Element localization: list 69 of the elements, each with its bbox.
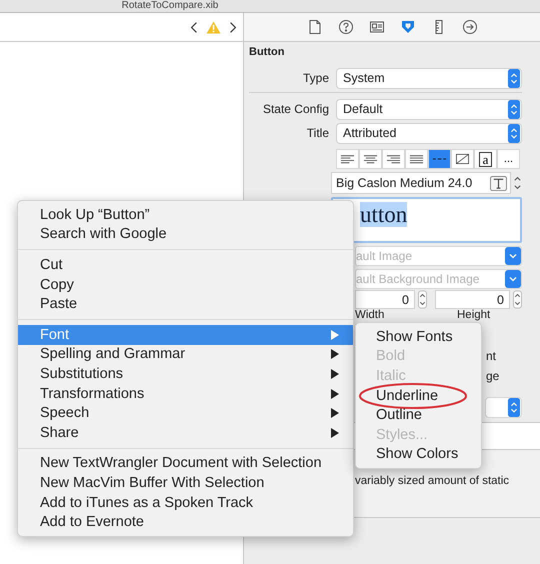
field-label: Width xyxy=(355,309,384,322)
popup-button[interactable]: Default xyxy=(336,98,522,120)
submenu-arrow-icon xyxy=(331,330,339,340)
forward-icon[interactable] xyxy=(229,20,237,34)
menu-item[interactable]: Share xyxy=(18,422,353,443)
chevrons-icon xyxy=(507,398,521,417)
font-field[interactable]: Big Caslon Medium 24.0 xyxy=(331,172,511,194)
align-center-button[interactable] xyxy=(359,149,382,169)
popup-button[interactable]: System xyxy=(336,68,522,88)
field-label: Title xyxy=(306,126,330,140)
crossed-box-icon xyxy=(455,154,470,164)
stepper-icon[interactable] xyxy=(513,174,522,192)
menu-item[interactable]: Show Colors xyxy=(356,444,481,464)
width-field[interactable]: 0 xyxy=(355,290,415,309)
text-lines-icon xyxy=(409,154,424,164)
text-lines-icon xyxy=(363,154,378,164)
menu-item[interactable]: Copy xyxy=(18,274,353,294)
font-panel-icon[interactable] xyxy=(490,176,507,190)
spacing-button[interactable] xyxy=(428,149,451,169)
text-lines-icon xyxy=(386,154,401,164)
popup-button[interactable] xyxy=(485,397,522,418)
menu-item[interactable]: Transformations xyxy=(18,384,353,404)
chevrons-icon xyxy=(507,100,521,118)
back-icon[interactable] xyxy=(190,20,198,34)
no-style-button[interactable] xyxy=(451,149,474,169)
section-heading: Button xyxy=(249,46,286,60)
menu-item[interactable]: Outline xyxy=(356,405,481,425)
menu-item[interactable]: Speech xyxy=(18,403,353,423)
menu-item[interactable]: Add to iTunes as a Spoken Track xyxy=(18,492,353,512)
field-label: Height xyxy=(457,309,490,322)
dropdown-icon xyxy=(505,270,521,288)
submenu-arrow-icon xyxy=(331,388,339,399)
menu-item[interactable]: Paste xyxy=(18,294,353,314)
align-right-button[interactable] xyxy=(382,149,405,169)
description-text: variably sized amount of static xyxy=(355,475,510,487)
text-lines-icon xyxy=(340,154,355,164)
more-button[interactable]: ... xyxy=(497,149,520,169)
option-label: nt xyxy=(486,349,498,363)
identity-card-icon[interactable] xyxy=(368,19,384,35)
window-title: RotateToCompare.xib xyxy=(122,0,218,12)
file-icon[interactable] xyxy=(306,19,322,35)
menu-item[interactable]: Show Fonts xyxy=(356,327,481,347)
menu-item[interactable]: Spelling and Grammar xyxy=(18,344,353,364)
submenu-arrow-icon xyxy=(331,408,339,418)
submenu-arrow-icon xyxy=(331,368,339,379)
arrow-circle-icon[interactable] xyxy=(462,19,478,35)
menu-item[interactable]: Add to Evernote xyxy=(18,512,353,532)
popup-button[interactable]: Attributed xyxy=(336,122,522,144)
dropdown-icon xyxy=(505,247,521,265)
menu-item[interactable]: Cut xyxy=(18,255,353,275)
letter-style-button[interactable]: a xyxy=(474,149,497,169)
stepper-icon[interactable] xyxy=(513,290,522,309)
field-label: State Config xyxy=(262,102,330,116)
chevrons-icon xyxy=(507,124,521,142)
menu-item[interactable]: New TextWrangler Document with Selection xyxy=(18,454,353,474)
stepper-icon[interactable] xyxy=(418,290,427,309)
field-label: Type xyxy=(302,71,330,85)
menu-item[interactable]: New MacVim Buffer With Selection xyxy=(18,473,353,493)
menu-item[interactable]: Substitutions xyxy=(18,364,353,384)
help-icon[interactable] xyxy=(338,19,354,35)
chevrons-icon xyxy=(507,68,521,88)
attributes-icon[interactable] xyxy=(400,19,416,35)
align-left-button[interactable] xyxy=(336,149,359,169)
submenu-arrow-icon xyxy=(331,349,339,360)
submenu-arrow-icon xyxy=(331,428,339,438)
option-label: ge xyxy=(486,369,500,383)
justify-button[interactable] xyxy=(405,149,428,169)
height-field[interactable]: 0 xyxy=(435,290,510,309)
menu-item[interactable]: Underline xyxy=(356,386,481,406)
